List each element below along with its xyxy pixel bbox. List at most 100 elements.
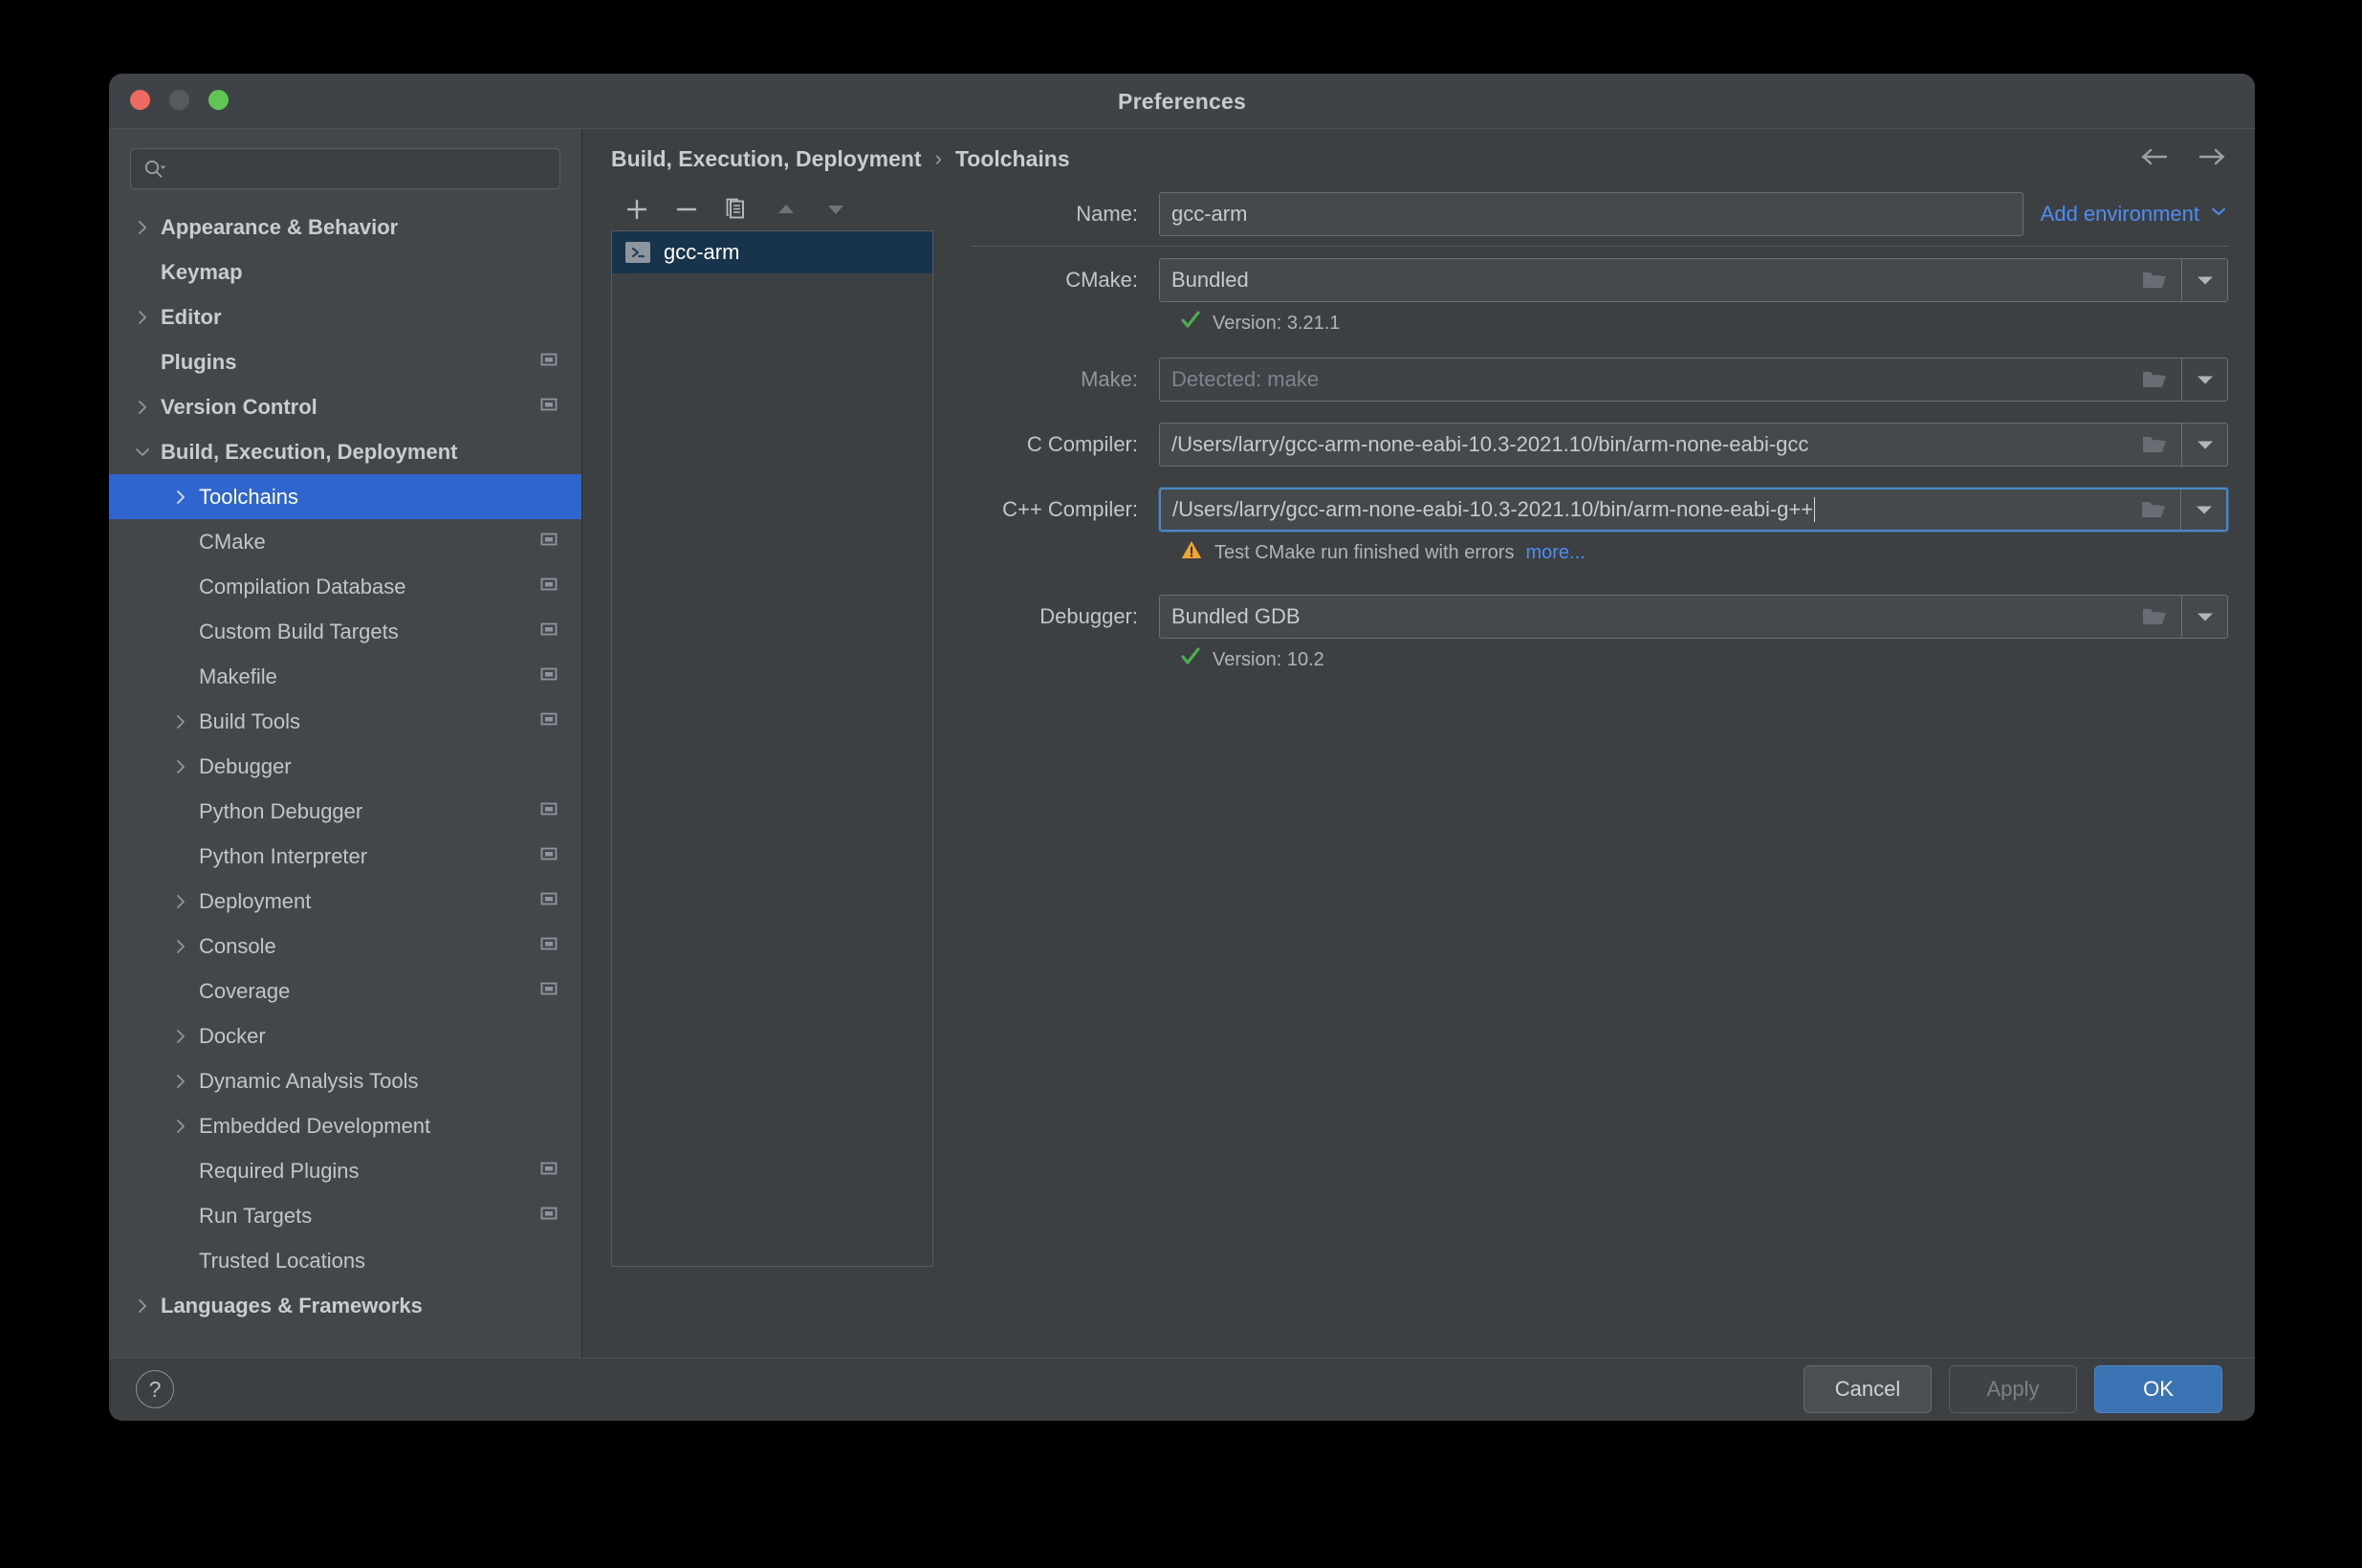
sidebar-item-python-interpreter[interactable]: Python Interpreter bbox=[109, 834, 581, 879]
folder-icon[interactable] bbox=[2127, 490, 2180, 530]
chevron-right-icon[interactable] bbox=[168, 712, 193, 731]
search-input[interactable] bbox=[130, 148, 560, 189]
folder-icon[interactable] bbox=[2128, 596, 2181, 638]
arrow-right-icon[interactable] bbox=[2196, 145, 2228, 173]
make-dropdown-button[interactable] bbox=[2181, 359, 2227, 401]
chevron-right-icon[interactable] bbox=[168, 1027, 193, 1046]
cmake-dropdown-button[interactable] bbox=[2181, 259, 2227, 301]
chevron-down-icon[interactable] bbox=[130, 443, 155, 462]
sidebar-item-editor[interactable]: Editor bbox=[109, 294, 581, 339]
sidebar-item-label: Toolchains bbox=[199, 484, 298, 509]
sidebar-item-label: Editor bbox=[161, 304, 222, 329]
copy-toolchain-button[interactable] bbox=[722, 195, 751, 224]
sidebar-item-cmake[interactable]: CMake bbox=[109, 519, 581, 564]
sidebar-item-python-debugger[interactable]: Python Debugger bbox=[109, 789, 581, 834]
arrow-left-icon[interactable] bbox=[2138, 145, 2171, 173]
make-value[interactable]: Detected: make bbox=[1160, 359, 2128, 401]
sidebar-item-label: Python Interpreter bbox=[199, 843, 368, 868]
sidebar-item-makefile[interactable]: Makefile bbox=[109, 654, 581, 699]
cpp-compiler-value[interactable]: /Users/larry/gcc-arm-none-eabi-10.3-2021… bbox=[1172, 497, 1813, 522]
cpp-compiler-dropdown-button[interactable] bbox=[2180, 490, 2226, 530]
breadcrumb: Build, Execution, Deployment › Toolchain… bbox=[611, 146, 1070, 172]
project-scope-icon bbox=[537, 977, 560, 1006]
folder-icon[interactable] bbox=[2128, 259, 2181, 301]
folder-icon[interactable] bbox=[2128, 359, 2181, 401]
cancel-button[interactable]: Cancel bbox=[1804, 1365, 1932, 1413]
c-compiler-dropdown-button[interactable] bbox=[2181, 424, 2227, 466]
sidebar-item-deployment[interactable]: Deployment bbox=[109, 879, 581, 924]
c-compiler-value[interactable]: /Users/larry/gcc-arm-none-eabi-10.3-2021… bbox=[1160, 424, 2128, 466]
project-scope-icon bbox=[537, 797, 560, 826]
sidebar-item-label: Debugger bbox=[199, 753, 292, 778]
search-container bbox=[109, 129, 581, 189]
move-up-button[interactable] bbox=[772, 195, 800, 224]
debugger-dropdown-button[interactable] bbox=[2181, 596, 2227, 638]
sidebar-item-compilation-database[interactable]: Compilation Database bbox=[109, 564, 581, 609]
cpp-compiler-label: C++ Compiler: bbox=[1002, 497, 1138, 521]
apply-button[interactable]: Apply bbox=[1949, 1365, 2077, 1413]
sidebar-item-embedded-development[interactable]: Embedded Development bbox=[109, 1103, 581, 1148]
help-button[interactable]: ? bbox=[136, 1370, 174, 1408]
chevron-right-icon[interactable] bbox=[168, 1117, 193, 1136]
sidebar-item-custom-build-targets[interactable]: Custom Build Targets bbox=[109, 609, 581, 654]
sidebar-item-appearance-behavior[interactable]: Appearance & Behavior bbox=[109, 205, 581, 250]
breadcrumb-parent[interactable]: Build, Execution, Deployment bbox=[611, 146, 922, 172]
chevron-right-icon[interactable] bbox=[130, 398, 155, 417]
sidebar-item-run-targets[interactable]: Run Targets bbox=[109, 1193, 581, 1238]
check-icon bbox=[1180, 310, 1201, 337]
toolchain-list-item[interactable]: gcc-arm bbox=[612, 231, 932, 273]
sidebar-item-plugins[interactable]: Plugins bbox=[109, 339, 581, 384]
debugger-combo[interactable]: Bundled GDB bbox=[1159, 595, 2228, 639]
folder-icon[interactable] bbox=[2128, 424, 2181, 466]
toolchain-list[interactable]: gcc-arm bbox=[611, 230, 933, 1267]
sidebar-item-dynamic-analysis-tools[interactable]: Dynamic Analysis Tools bbox=[109, 1058, 581, 1103]
chevron-right-icon[interactable] bbox=[168, 488, 193, 507]
project-scope-icon bbox=[537, 1202, 560, 1230]
make-combo[interactable]: Detected: make bbox=[1159, 358, 2228, 402]
sidebar-item-label: Dynamic Analysis Tools bbox=[199, 1068, 419, 1093]
cmake-value[interactable]: Bundled bbox=[1160, 259, 2128, 301]
chevron-right-icon[interactable] bbox=[130, 1296, 155, 1316]
chevron-right-icon[interactable] bbox=[130, 218, 155, 237]
sidebar-item-trusted-locations[interactable]: Trusted Locations bbox=[109, 1238, 581, 1283]
debugger-label: Debugger: bbox=[1039, 604, 1138, 628]
form-divider bbox=[972, 246, 2228, 247]
sidebar-item-build-execution-deployment[interactable]: Build, Execution, Deployment bbox=[109, 429, 581, 474]
name-input[interactable]: gcc-arm bbox=[1159, 192, 2023, 236]
ok-button[interactable]: OK bbox=[2094, 1365, 2222, 1413]
chevron-right-icon[interactable] bbox=[168, 1072, 193, 1091]
sidebar-item-build-tools[interactable]: Build Tools bbox=[109, 699, 581, 744]
remove-toolchain-button[interactable] bbox=[672, 195, 701, 224]
warning-more-link[interactable]: more... bbox=[1525, 542, 1585, 564]
chevron-right-icon[interactable] bbox=[168, 937, 193, 956]
sidebar-item-label: Coverage bbox=[199, 978, 291, 1003]
cmake-combo[interactable]: Bundled bbox=[1159, 258, 2228, 302]
add-environment-button[interactable]: Add environment bbox=[2041, 192, 2228, 236]
sidebar-item-debugger[interactable]: Debugger bbox=[109, 744, 581, 789]
move-down-button[interactable] bbox=[821, 195, 850, 224]
project-scope-icon bbox=[537, 842, 560, 871]
cpp-compiler-combo[interactable]: /Users/larry/gcc-arm-none-eabi-10.3-2021… bbox=[1159, 488, 2228, 532]
sidebar-item-label: Appearance & Behavior bbox=[161, 214, 399, 239]
add-toolchain-button[interactable] bbox=[623, 195, 651, 224]
chevron-right-icon[interactable] bbox=[130, 308, 155, 327]
sidebar-item-label: Python Debugger bbox=[199, 798, 363, 823]
sidebar-item-docker[interactable]: Docker bbox=[109, 1013, 581, 1058]
sidebar-item-version-control[interactable]: Version Control bbox=[109, 384, 581, 429]
sidebar-item-languages-frameworks[interactable]: Languages & Frameworks bbox=[109, 1283, 581, 1328]
sidebar-item-required-plugins[interactable]: Required Plugins bbox=[109, 1148, 581, 1193]
sidebar-item-label: CMake bbox=[199, 529, 266, 554]
project-scope-icon bbox=[537, 348, 560, 377]
c-compiler-combo[interactable]: /Users/larry/gcc-arm-none-eabi-10.3-2021… bbox=[1159, 423, 2228, 467]
sidebar-item-console[interactable]: Console bbox=[109, 924, 581, 969]
debugger-value[interactable]: Bundled GDB bbox=[1160, 596, 2128, 638]
chevron-right-icon[interactable] bbox=[168, 757, 193, 776]
sidebar-item-keymap[interactable]: Keymap bbox=[109, 250, 581, 294]
sidebar-item-toolchains[interactable]: Toolchains bbox=[109, 474, 581, 519]
chevron-right-icon[interactable] bbox=[168, 892, 193, 911]
project-scope-icon bbox=[537, 528, 560, 556]
sidebar-item-coverage[interactable]: Coverage bbox=[109, 969, 581, 1013]
sidebar-item-label: Custom Build Targets bbox=[199, 619, 399, 643]
project-scope-icon bbox=[537, 663, 560, 691]
project-scope-icon bbox=[537, 932, 560, 961]
